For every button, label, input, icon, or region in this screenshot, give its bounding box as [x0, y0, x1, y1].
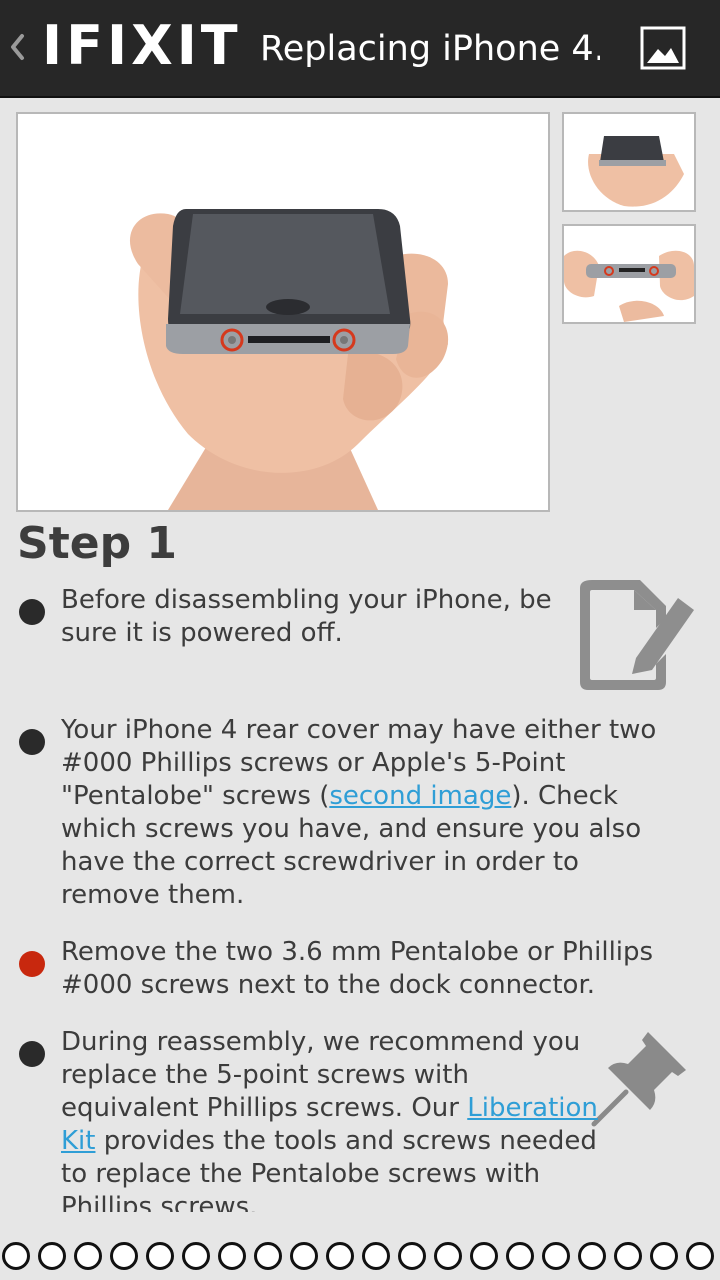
bullet-dot-black	[19, 1041, 45, 1067]
pager-dot[interactable]	[506, 1242, 534, 1270]
pager-dot[interactable]	[290, 1242, 318, 1270]
pager-dot[interactable]	[326, 1242, 354, 1270]
pager-dot[interactable]	[434, 1242, 462, 1270]
step-pager	[0, 1238, 720, 1272]
bullet-text: Remove the two 3.6 mm Pentalobe or Phill…	[61, 936, 681, 1002]
ifixit-logo[interactable]: IFIXIT	[42, 18, 242, 74]
bullet-text: During reassembly, we recommend you repl…	[61, 1026, 601, 1212]
step-bullets: Before disassembling your iPhone, be sur…	[0, 578, 720, 1212]
bullet-text-part: Before disassembling your iPhone, be sur…	[61, 585, 552, 648]
step-title: Step 1	[17, 518, 177, 569]
pager-dot[interactable]	[74, 1242, 102, 1270]
pager-dot[interactable]	[650, 1242, 678, 1270]
top-bar: IFIXIT Replacing iPhone 4...	[0, 0, 720, 98]
pager-dot[interactable]	[542, 1242, 570, 1270]
bullet-dot-red	[19, 951, 45, 977]
pager-dot[interactable]	[578, 1242, 606, 1270]
bullet-text: Before disassembling your iPhone, be sur…	[61, 584, 561, 650]
bullet-dot-black	[19, 599, 45, 625]
pager-dot[interactable]	[182, 1242, 210, 1270]
pager-dot[interactable]	[2, 1242, 30, 1270]
bullet-text: Your iPhone 4 rear cover may have either…	[61, 714, 681, 912]
pager-dot[interactable]	[686, 1242, 714, 1270]
guide-title: Replacing iPhone 4...	[260, 29, 600, 69]
bullet-dot-black	[19, 729, 45, 755]
pager-dot[interactable]	[110, 1242, 138, 1270]
pager-dot[interactable]	[362, 1242, 390, 1270]
main-step-image[interactable]	[16, 112, 550, 512]
thumbnail-1[interactable]	[562, 112, 696, 212]
thumbnail-2[interactable]	[562, 224, 696, 324]
second-image-link[interactable]: second image	[329, 781, 511, 811]
pager-dot[interactable]	[614, 1242, 642, 1270]
bullet-text-part: Remove the two 3.6 mm Pentalobe or Phill…	[61, 937, 654, 1000]
pager-dot[interactable]	[146, 1242, 174, 1270]
bullet-text-part: provides the tools and screws needed to …	[61, 1126, 597, 1212]
pager-dot[interactable]	[218, 1242, 246, 1270]
pager-dot[interactable]	[470, 1242, 498, 1270]
pager-dot[interactable]	[254, 1242, 282, 1270]
chevron-left-icon[interactable]	[8, 30, 26, 64]
thumbnail-2-drawing	[564, 226, 694, 322]
pager-dot[interactable]	[38, 1242, 66, 1270]
image-icon[interactable]	[640, 26, 686, 70]
main-photo-drawing	[18, 114, 548, 510]
pager-dot[interactable]	[398, 1242, 426, 1270]
thumbnail-1-drawing	[564, 114, 694, 210]
